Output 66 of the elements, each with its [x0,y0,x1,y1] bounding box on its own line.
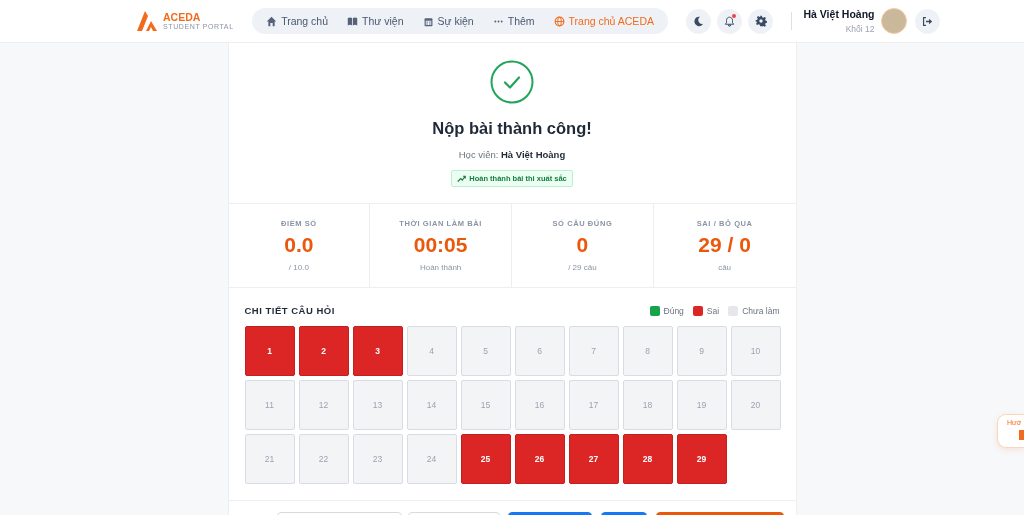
question-button[interactable]: 6 [514,326,565,376]
logout-icon [922,15,934,27]
nav-item[interactable]: Thêm [484,11,544,31]
trend-up-icon [457,174,467,183]
brand-name: ACEDA [163,12,202,23]
question-button[interactable]: 23 [352,434,403,484]
question-button[interactable]: 5 [460,326,511,376]
legend-label: Đúng [663,305,684,316]
question-button[interactable]: 16 [514,380,565,430]
stat-value: 00:05 [413,233,468,257]
question-button[interactable]: 8 [622,326,673,376]
nav-item[interactable]: Trang chủ [257,11,337,31]
question-button[interactable]: 28 [622,434,673,484]
notification-button[interactable] [717,8,743,34]
section-title: CHI TIẾT CÂU HỎI [244,305,335,316]
logo-icon [135,9,159,33]
question-button[interactable]: 27 [568,434,619,484]
legend-label: Chưa làm [742,305,780,316]
dark-mode-button[interactable] [686,8,712,34]
nav-item[interactable]: Trang chủ ACEDA [545,11,663,31]
question-button[interactable]: 2 [298,326,349,376]
legend-label: Sai [706,305,720,316]
question-button[interactable]: 9 [676,326,727,376]
moon-icon [693,15,705,27]
bell-icon [724,15,736,27]
question-button[interactable]: 7 [568,326,619,376]
globe-icon [553,15,565,27]
stat-note: / 10.0 [288,263,309,272]
calendar-icon [422,15,434,27]
question-button[interactable]: 17 [568,380,619,430]
question-button[interactable]: 19 [676,380,727,430]
question-button[interactable]: 24 [406,434,457,484]
question-button[interactable]: 4 [406,326,457,376]
question-button[interactable]: 29 [676,434,727,484]
logout-button[interactable] [915,8,941,34]
question-button[interactable]: 15 [460,380,511,430]
question-button[interactable]: 26 [514,434,565,484]
nav-item[interactable]: Sự kiện [414,11,483,31]
question-button[interactable]: 14 [406,380,457,430]
check-circle-icon [490,60,534,104]
question-button[interactable]: 21 [244,434,295,484]
nav-item[interactable]: Thư viện [338,11,412,31]
question-button[interactable]: 18 [622,380,673,430]
settings-button[interactable] [748,8,774,34]
question-button[interactable]: 25 [460,434,511,484]
home-icon [266,15,278,27]
success-title: Nộp bài thành công! [432,119,592,138]
question-button[interactable]: 22 [298,434,349,484]
question-button[interactable]: 1 [244,326,295,376]
question-button[interactable]: 3 [352,326,403,376]
question-button[interactable]: 12 [298,380,349,430]
book-icon [347,15,359,27]
stat-note: câu [718,263,732,272]
settings-icon [754,15,767,27]
student-line: Học viên: Hà Việt Hoàng [458,149,566,160]
stat-note: Hoàn thành [419,263,462,272]
user-name: Hà Việt Hoàng [803,8,875,21]
stat-value: 0.0 [284,233,314,257]
stat-note: / 29 câu [568,263,597,272]
question-button[interactable]: 20 [730,380,781,430]
user-grade: Khối 12 [844,23,875,34]
question-button[interactable]: 13 [352,380,403,430]
stat-value: 0 [576,233,589,257]
question-button[interactable]: 10 [730,326,781,376]
question-button[interactable]: 11 [244,380,295,430]
stat-value: 29 / 0 [698,233,751,257]
